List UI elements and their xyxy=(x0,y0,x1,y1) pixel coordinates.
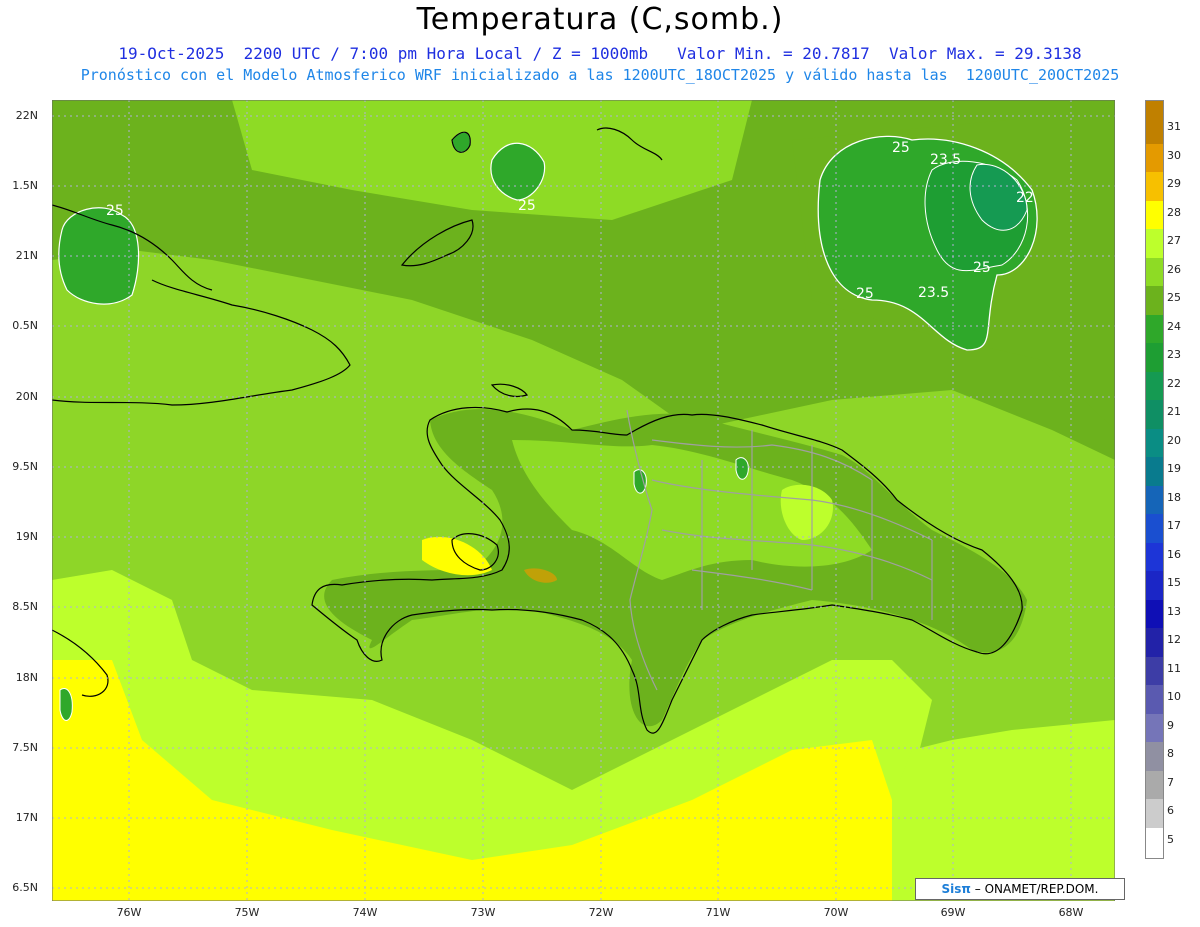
colorbar-swatch xyxy=(1146,685,1163,714)
map-subtitle-date: 19-Oct-2025 2200 UTC / 7:00 pm Hora Loca… xyxy=(118,44,1082,63)
lon-label: 75W xyxy=(234,906,260,919)
colorbar-label: 26 xyxy=(1167,262,1181,276)
colorbar-swatch xyxy=(1146,599,1163,628)
contour-label: 22 xyxy=(1016,190,1034,206)
colorbar-swatch xyxy=(1146,770,1163,799)
colorbar-swatch xyxy=(1146,799,1163,828)
lat-label: 0.5N xyxy=(12,319,38,332)
lat-label: 9.5N xyxy=(12,460,38,473)
credit-box: Sisπ – ONAMET/REP.DOM. xyxy=(915,878,1125,900)
colorbar-swatch xyxy=(1146,257,1163,286)
colorbar-label: 18 xyxy=(1167,490,1181,504)
lon-label: 72W xyxy=(588,906,614,919)
colorbar-label: 25 xyxy=(1167,291,1181,304)
colorbar-label: 9 xyxy=(1167,718,1174,732)
colorbar-swatch xyxy=(1146,343,1163,372)
temperature-map[interactable]: 25 25 25 23.5 22 25 25 23.5 xyxy=(52,100,1115,901)
colorbar-swatch xyxy=(1146,400,1163,429)
colorbar-swatch xyxy=(1146,143,1163,172)
contour-label: 25 xyxy=(973,260,991,276)
contour-label: 23.5 xyxy=(930,152,961,168)
credit-brand: Sisπ xyxy=(941,882,971,896)
colorbar-swatch xyxy=(1146,713,1163,742)
colorbar-label: 30 xyxy=(1167,148,1181,162)
lat-label: 1.5N xyxy=(12,179,38,192)
colorbar-swatch xyxy=(1146,457,1163,486)
colorbar-swatch xyxy=(1146,229,1163,258)
colorbar-label: 31 xyxy=(1167,120,1181,133)
colorbar-label: 24 xyxy=(1167,319,1181,333)
lat-label: 20N xyxy=(15,390,38,403)
colorbar-swatch xyxy=(1146,115,1163,144)
colorbar-label: 6 xyxy=(1167,804,1174,817)
colorbar-label: 11 xyxy=(1167,661,1181,675)
contour-label: 25 xyxy=(518,198,536,214)
credit-text: – ONAMET/REP.DOM. xyxy=(974,882,1099,896)
colorbar-swatch xyxy=(1146,286,1163,315)
lon-label: 76W xyxy=(116,906,142,919)
lon-label: 70W xyxy=(823,906,849,919)
colorbar-label: 15 xyxy=(1167,576,1181,589)
colorbar-label: 16 xyxy=(1167,547,1181,561)
colorbar-swatch xyxy=(1146,656,1163,685)
colorbar-swatch xyxy=(1146,172,1163,201)
colorbar-label: 21 xyxy=(1167,405,1181,418)
lat-label: 8.5N xyxy=(12,600,38,613)
colorbar-label: 29 xyxy=(1167,177,1181,190)
colorbar-label: 8 xyxy=(1167,747,1174,760)
lon-label: 68W xyxy=(1058,906,1084,919)
colorbar-swatch xyxy=(1146,514,1163,543)
contour-label: 25 xyxy=(892,140,910,156)
colorbar-swatch xyxy=(1146,542,1163,571)
lon-label: 71W xyxy=(705,906,731,919)
colorbar-swatch xyxy=(1146,571,1163,600)
lat-label: 6.5N xyxy=(12,881,38,894)
contour-label: 25 xyxy=(856,286,874,302)
lat-label: 19N xyxy=(15,530,38,543)
colorbar-swatch xyxy=(1146,485,1163,514)
lon-label: 69W xyxy=(940,906,966,919)
colorbar-label: 27 xyxy=(1167,234,1181,247)
colorbar-swatch xyxy=(1146,314,1163,343)
map-subtitle-model: Pronóstico con el Modelo Atmosferico WRF… xyxy=(80,66,1120,84)
lat-label: 21N xyxy=(15,249,38,262)
contour-label: 23.5 xyxy=(918,285,949,301)
colorbar-label: 7 xyxy=(1167,775,1174,789)
lat-label: 17N xyxy=(15,811,38,824)
colorbar-swatch xyxy=(1146,428,1163,457)
map-title: Temperatura (C,somb.) xyxy=(416,2,784,37)
colorbar-label: 10 xyxy=(1167,690,1181,703)
colorbar-label: 28 xyxy=(1167,205,1181,219)
lat-label: 22N xyxy=(15,109,38,122)
colorbar-label: 12 xyxy=(1167,633,1181,646)
lat-label: 18N xyxy=(15,671,38,684)
colorbar-swatch xyxy=(1146,827,1163,858)
colorbar-swatch xyxy=(1146,628,1163,657)
lon-label: 74W xyxy=(352,906,378,919)
colorbar-label: 17 xyxy=(1167,519,1181,532)
colorbar-label: 22 xyxy=(1167,376,1181,390)
colorbar-swatch xyxy=(1146,742,1163,771)
lat-label: 7.5N xyxy=(12,741,38,754)
colorbar-label: 5 xyxy=(1167,832,1174,846)
contour-label: 25 xyxy=(106,203,124,219)
colorbar-swatch xyxy=(1146,200,1163,229)
colorbar-label: 13 xyxy=(1167,604,1181,618)
lon-label: 73W xyxy=(470,906,496,919)
colorbar-swatch xyxy=(1146,371,1163,400)
colorbar-label: 20 xyxy=(1167,433,1181,447)
colorbar-label: 23 xyxy=(1167,348,1181,361)
colorbar xyxy=(1145,100,1164,859)
colorbar-swatch xyxy=(1146,101,1163,115)
colorbar-label: 19 xyxy=(1167,462,1181,475)
